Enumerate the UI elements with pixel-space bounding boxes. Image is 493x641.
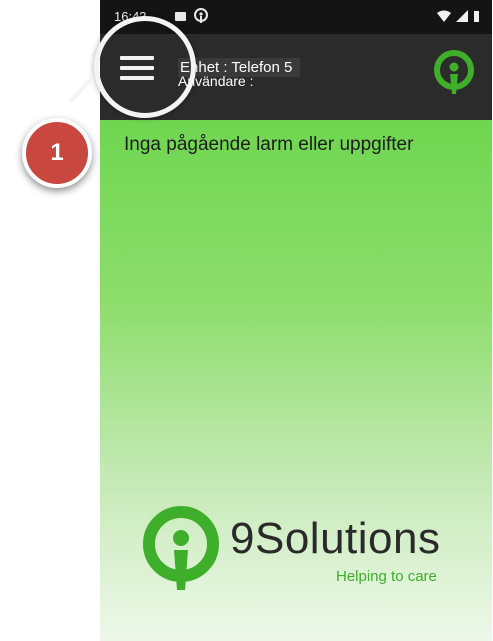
main-content: Inga pågående larm eller uppgifter 9Solu… (100, 120, 492, 641)
status-icons (437, 10, 480, 22)
brand-logo-icon (434, 50, 474, 94)
battery-icon (474, 11, 479, 22)
wifi-icon (437, 10, 451, 22)
company-name: 9Solutions (230, 514, 441, 563)
app-notification-icon (194, 8, 208, 23)
image-notification-icon (175, 12, 186, 21)
callout-connector (68, 75, 95, 104)
company-logo-icon (143, 506, 219, 590)
menu-highlight-ring (94, 16, 196, 118)
step-callout-badge: 1 (22, 118, 92, 188)
empty-state-message: Inga pågående larm eller uppgifter (124, 134, 414, 155)
company-tagline: Helping to care (336, 568, 437, 585)
signal-icon (456, 10, 468, 22)
